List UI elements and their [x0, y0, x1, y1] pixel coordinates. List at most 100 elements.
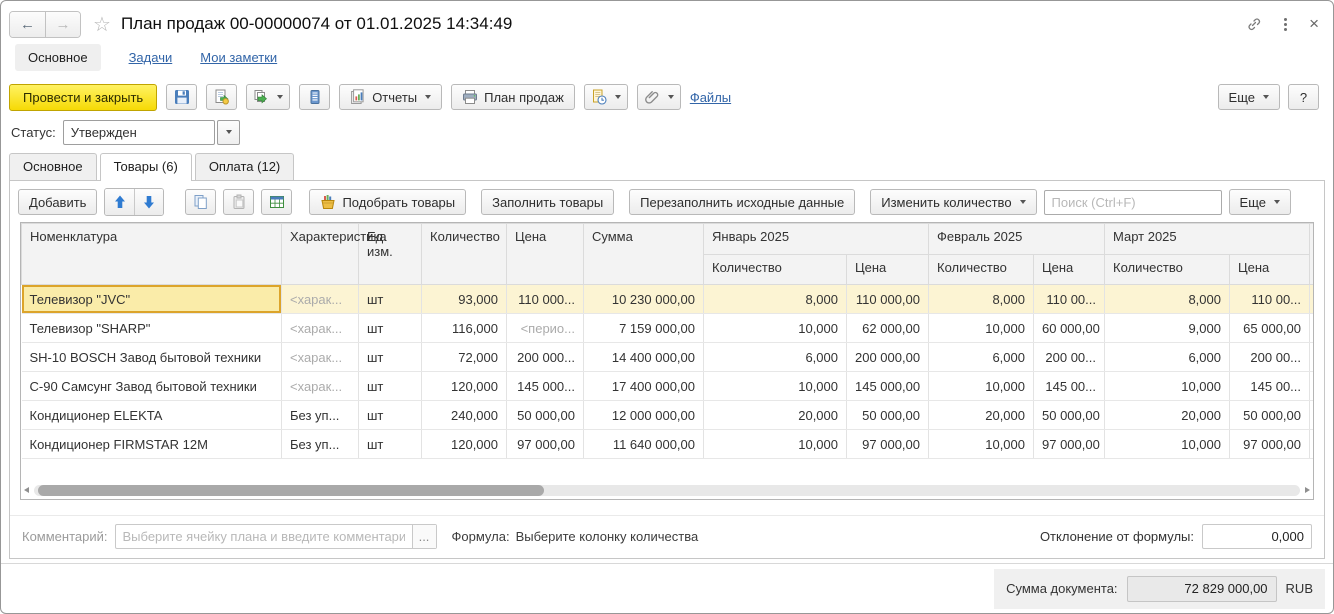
cell-m3_qty[interactable]: 20,000: [1104, 400, 1230, 430]
cell-qty[interactable]: 120,000: [421, 429, 507, 459]
favorite-star-icon[interactable]: ☆: [93, 12, 111, 37]
cell-price[interactable]: 200 000...: [506, 342, 584, 372]
cell-qty[interactable]: 120,000: [421, 371, 507, 401]
cell-m2_qty[interactable]: 10,000: [928, 429, 1034, 459]
cell-nomenclature[interactable]: Телевизор "JVC": [21, 284, 282, 314]
cell-unit[interactable]: шт: [358, 313, 422, 343]
change-qty-button[interactable]: Изменить количество: [870, 189, 1037, 215]
table-row[interactable]: SH-10 BOSCH Завод бытовой техники <харак.…: [21, 342, 1313, 372]
cell-m2_price[interactable]: 200 00...: [1033, 342, 1105, 372]
cell-unit[interactable]: шт: [358, 429, 422, 459]
cell-sum[interactable]: 11 640 000,00: [583, 429, 704, 459]
cell-sum[interactable]: 10 230 000,00: [583, 284, 704, 314]
cell-m1_qty[interactable]: 10,000: [703, 313, 847, 343]
col-header-unit[interactable]: Ед. изм.: [358, 223, 422, 285]
tab-goods[interactable]: Товары (6): [99, 153, 192, 181]
nav-link-notes[interactable]: Мои заметки: [200, 50, 277, 65]
cell-m2_price[interactable]: 50 000,00: [1033, 400, 1105, 430]
cell-qty[interactable]: 240,000: [421, 400, 507, 430]
cell-m1_price[interactable]: 145 000,00: [846, 371, 929, 401]
forward-button[interactable]: →: [45, 11, 80, 37]
deviation-input[interactable]: [1202, 524, 1312, 549]
add-row-button[interactable]: Добавить: [18, 189, 98, 215]
post-more-button[interactable]: [246, 84, 291, 110]
cell-characteristic[interactable]: <харак...: [281, 284, 359, 314]
status-value[interactable]: Утвержден: [62, 119, 215, 145]
cell-nomenclature[interactable]: Кондиционер FIRMSTAR 12M: [21, 429, 282, 459]
cell-m2_qty[interactable]: 10,000: [928, 313, 1034, 343]
tab-payment[interactable]: Оплата (12): [194, 153, 295, 180]
cell-m1_price[interactable]: 97 000,00: [846, 429, 929, 459]
refill-source-button[interactable]: Перезаполнить исходные данные: [629, 189, 856, 215]
cell-m1_price[interactable]: 110 000,00: [846, 284, 929, 314]
cell-m2_price[interactable]: 145 00...: [1033, 371, 1105, 401]
comment-input[interactable]: [115, 525, 412, 548]
copy-row-button[interactable]: [185, 189, 217, 215]
cell-m3_price[interactable]: 145 00...: [1229, 371, 1311, 401]
col-header-feb-price[interactable]: Цена: [1033, 254, 1105, 285]
move-down-button[interactable]: [134, 189, 164, 215]
cell-sum[interactable]: 7 159 000,00: [583, 313, 704, 343]
cell-price[interactable]: 110 000...: [506, 284, 584, 314]
cell-m1_qty[interactable]: 8,000: [703, 284, 847, 314]
cell-nomenclature[interactable]: SH-10 BOSCH Завод бытовой техники: [21, 342, 282, 372]
cell-sum[interactable]: 17 400 000,00: [583, 371, 704, 401]
cell-m1_price[interactable]: 200 000,00: [846, 342, 929, 372]
cell-price[interactable]: 145 000...: [506, 371, 584, 401]
fill-goods-button[interactable]: Заполнить товары: [481, 189, 615, 215]
col-header-jan-price[interactable]: Цена: [846, 254, 929, 285]
close-icon[interactable]: ×: [1309, 14, 1319, 34]
cell-m2_qty[interactable]: 6,000: [928, 342, 1034, 372]
cell-characteristic[interactable]: <харак...: [281, 342, 359, 372]
col-header-nomenclature[interactable]: Номенклатура: [21, 223, 282, 285]
cell-unit[interactable]: шт: [358, 400, 422, 430]
table-settings-button[interactable]: [261, 189, 293, 215]
cell-m2_qty[interactable]: 10,000: [928, 371, 1034, 401]
create-based-on-button[interactable]: [583, 84, 628, 110]
print-plan-button[interactable]: План продаж: [451, 84, 575, 110]
cell-characteristic[interactable]: <харак...: [281, 313, 359, 343]
col-header-qty[interactable]: Количество: [421, 223, 507, 285]
col-header-mar-price[interactable]: Цена: [1228, 254, 1311, 285]
cell-nomenclature[interactable]: С-90 Самсунг Завод бытовой техники: [21, 371, 282, 401]
cell-nomenclature[interactable]: Телевизор "SHARP": [21, 313, 282, 343]
cell-characteristic[interactable]: <харак...: [281, 371, 359, 401]
col-header-characteristic[interactable]: Характеристика: [281, 223, 387, 285]
more-menu-icon[interactable]: [1284, 17, 1288, 31]
cell-unit[interactable]: шт: [358, 284, 422, 314]
post-button[interactable]: [206, 84, 238, 110]
cell-m3_qty[interactable]: 6,000: [1104, 342, 1230, 372]
paste-row-button[interactable]: [223, 189, 255, 215]
cell-m1_price[interactable]: 50 000,00: [846, 400, 929, 430]
scrollbar-thumb[interactable]: [38, 485, 545, 496]
col-group-mar[interactable]: Март 2025: [1103, 223, 1311, 255]
help-button[interactable]: ?: [1288, 84, 1319, 110]
cell-m1_qty[interactable]: 10,000: [703, 371, 847, 401]
table-row[interactable]: Кондиционер ELEKTA Без уп... шт 240,000 50 0…: [21, 400, 1313, 430]
cell-characteristic[interactable]: Без уп...: [281, 400, 359, 430]
cell-qty[interactable]: 72,000: [421, 342, 507, 372]
comment-ellipsis-button[interactable]: ...: [411, 525, 436, 548]
cell-m1_qty[interactable]: 10,000: [703, 429, 847, 459]
table-row[interactable]: Кондиционер FIRMSTAR 12M Без уп... шт 120,0…: [21, 429, 1313, 459]
cell-m1_qty[interactable]: 20,000: [703, 400, 847, 430]
cell-m3_price[interactable]: 200 00...: [1229, 342, 1311, 372]
attachments-button[interactable]: [636, 84, 681, 110]
status-dropdown-button[interactable]: [216, 119, 240, 145]
cell-characteristic[interactable]: Без уп...: [281, 429, 359, 459]
reports-button[interactable]: Отчеты: [339, 84, 443, 110]
cell-m2_price[interactable]: 60 000,00: [1033, 313, 1105, 343]
total-value-field[interactable]: [1126, 575, 1277, 602]
save-button[interactable]: [166, 84, 198, 110]
scroll-right-icon[interactable]: [1305, 487, 1310, 493]
get-link-icon[interactable]: [1246, 16, 1262, 32]
cell-m1_price[interactable]: 62 000,00: [846, 313, 929, 343]
back-button[interactable]: ←: [10, 11, 45, 37]
cell-m3_qty[interactable]: 10,000: [1104, 371, 1230, 401]
horizontal-scrollbar[interactable]: [24, 485, 1310, 496]
table-row[interactable]: Телевизор "JVC" <харак... шт 93,000 110 000.…: [21, 284, 1313, 314]
col-header-jan-qty[interactable]: Количество: [703, 254, 847, 285]
grid-more-button[interactable]: Еще: [1228, 189, 1291, 215]
nav-item-main[interactable]: Основное: [15, 43, 101, 71]
col-header-price[interactable]: Цена: [506, 223, 584, 285]
